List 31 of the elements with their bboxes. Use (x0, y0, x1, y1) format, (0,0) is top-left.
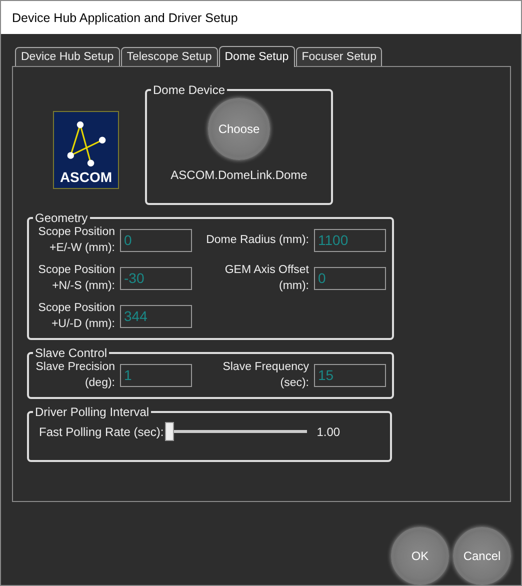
device-name: ASCOM.DomeLink.Dome (170, 168, 308, 182)
tab[interactable]: Device Hub Setup (15, 47, 120, 66)
slider-thumb[interactable] (164, 422, 174, 441)
window-title: Device Hub Application and Driver Setup (12, 10, 238, 24)
field-label: Fast Polling Rate (sec): (39, 424, 164, 438)
field-label: Scope Position +E/-W (mm): (37, 225, 115, 256)
input-field[interactable]: 1 (120, 364, 192, 386)
input-field[interactable]: 0 (120, 228, 192, 252)
input-field[interactable]: 1100 (314, 228, 386, 252)
group-title: Dome Device (152, 83, 226, 97)
choose-button[interactable]: Choose (208, 98, 270, 160)
tab[interactable]: Telescope Setup (120, 47, 218, 66)
field-label: Dome Radius (mm): (205, 233, 309, 248)
group-title: Slave Control (34, 346, 108, 360)
field-label: GEM Axis Offset (mm): (224, 263, 309, 294)
field-label: Slave Precision (deg): (35, 360, 115, 391)
input-field[interactable]: 15 (314, 364, 386, 386)
group-title: Geometry (34, 211, 89, 225)
field-label: Slave Frequency (sec): (222, 360, 309, 391)
slider-value: 1.00 (316, 424, 340, 438)
input-field[interactable]: 344 (120, 304, 192, 328)
dialog-button[interactable]: Cancel (453, 527, 511, 585)
tab[interactable]: Focuser Setup (296, 47, 382, 66)
field-label: Scope Position +U/-D (mm): (37, 301, 115, 332)
dialog-button[interactable]: OK (391, 527, 449, 585)
field-label: Scope Position +N/-S (mm): (37, 263, 115, 294)
tab[interactable]: Dome Setup (218, 46, 295, 67)
group-title: Driver Polling Interval (34, 405, 150, 419)
input-field[interactable]: -30 (120, 266, 192, 290)
logo-text: ASCOM (60, 169, 112, 185)
input-field[interactable]: 0 (314, 266, 386, 290)
